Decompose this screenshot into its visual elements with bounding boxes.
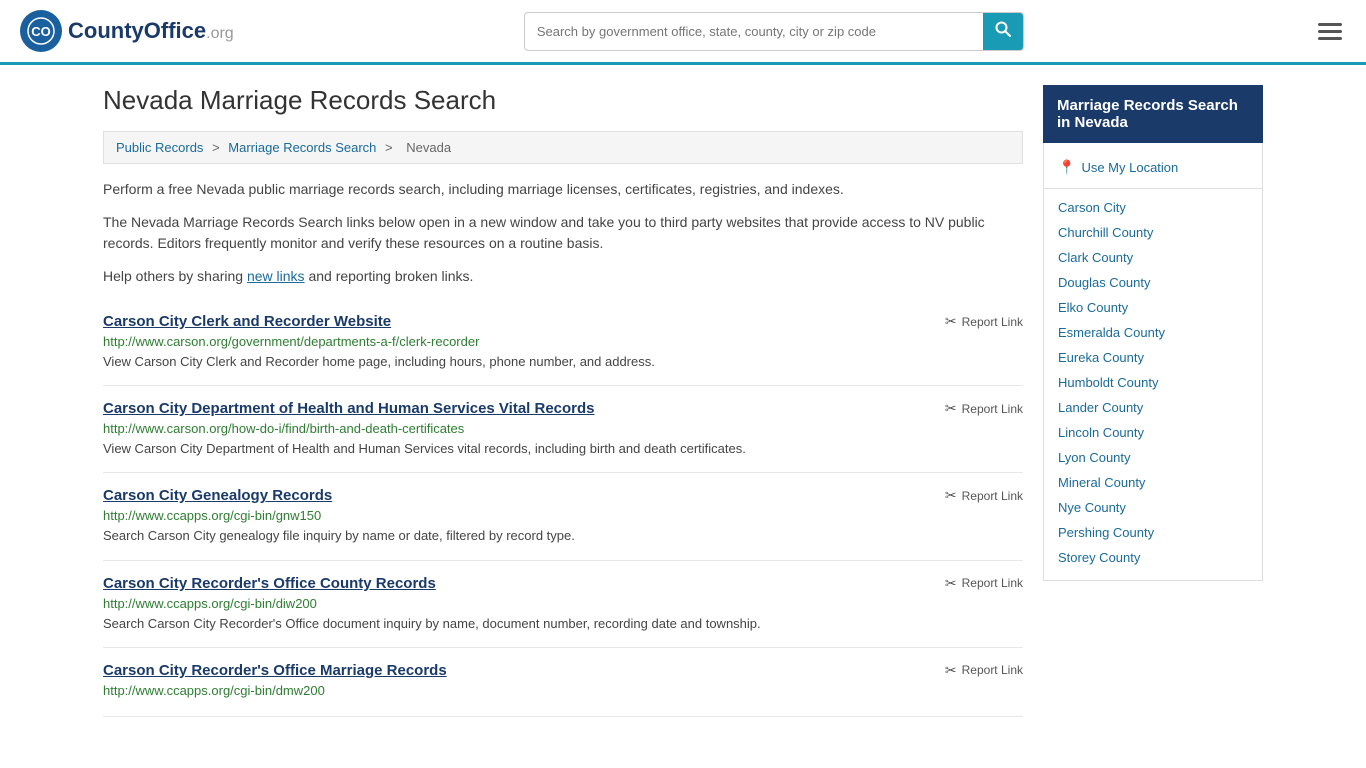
sidebar-county-carson-city[interactable]: Carson City xyxy=(1044,195,1262,220)
breadcrumb-public-records[interactable]: Public Records xyxy=(116,140,203,155)
desc-3-pre: Help others by sharing xyxy=(103,268,247,284)
report-link-button-4[interactable]: ✂ Report Link xyxy=(945,662,1023,679)
report-label-4: Report Link xyxy=(962,663,1023,677)
records-list: Carson City Clerk and Recorder Website ✂… xyxy=(103,299,1023,717)
sidebar-county-douglas-county[interactable]: Douglas County xyxy=(1044,270,1262,295)
county-links-list: Carson CityChurchill CountyClark CountyD… xyxy=(1044,195,1262,570)
report-icon-2: ✂ xyxy=(945,487,957,504)
report-label-2: Report Link xyxy=(962,489,1023,503)
sidebar-county-humboldt-county[interactable]: Humboldt County xyxy=(1044,370,1262,395)
sidebar-county-lander-county[interactable]: Lander County xyxy=(1044,395,1262,420)
sidebar-county-nye-county[interactable]: Nye County xyxy=(1044,495,1262,520)
record-title-4[interactable]: Carson City Recorder's Office Marriage R… xyxy=(103,662,447,679)
record-title-0[interactable]: Carson City Clerk and Recorder Website xyxy=(103,313,391,330)
record-entry: Carson City Department of Health and Hum… xyxy=(103,386,1023,473)
sidebar-county-churchill-county[interactable]: Churchill County xyxy=(1044,220,1262,245)
breadcrumb-marriage-records[interactable]: Marriage Records Search xyxy=(228,140,376,155)
report-link-button-1[interactable]: ✂ Report Link xyxy=(945,400,1023,417)
record-header: Carson City Clerk and Recorder Website ✂… xyxy=(103,313,1023,330)
sidebar-header: Marriage Records Search in Nevada xyxy=(1043,85,1263,143)
svg-text:CO: CO xyxy=(31,24,51,39)
record-url-3[interactable]: http://www.ccapps.org/cgi-bin/diw200 xyxy=(103,596,1023,611)
record-header: Carson City Department of Health and Hum… xyxy=(103,400,1023,417)
breadcrumb-nevada: Nevada xyxy=(406,140,451,155)
record-header: Carson City Recorder's Office Marriage R… xyxy=(103,662,1023,679)
sidebar-county-pershing-county[interactable]: Pershing County xyxy=(1044,520,1262,545)
sidebar-county-lyon-county[interactable]: Lyon County xyxy=(1044,445,1262,470)
record-title-1[interactable]: Carson City Department of Health and Hum… xyxy=(103,400,595,417)
use-my-location-button[interactable]: 📍 Use My Location xyxy=(1044,153,1262,182)
report-label-0: Report Link xyxy=(962,315,1023,329)
description-1: Perform a free Nevada public marriage re… xyxy=(103,179,1023,200)
breadcrumb: Public Records > Marriage Records Search… xyxy=(103,131,1023,164)
sidebar-county-elko-county[interactable]: Elko County xyxy=(1044,295,1262,320)
record-entry: Carson City Genealogy Records ✂ Report L… xyxy=(103,473,1023,560)
sidebar-county-esmeralda-county[interactable]: Esmeralda County xyxy=(1044,320,1262,345)
sidebar: Marriage Records Search in Nevada 📍 Use … xyxy=(1043,85,1263,717)
record-entry: Carson City Recorder's Office Marriage R… xyxy=(103,648,1023,717)
description-2: The Nevada Marriage Records Search links… xyxy=(103,212,1023,254)
record-desc-3: Search Carson City Recorder's Office doc… xyxy=(103,615,1023,633)
sidebar-county-eureka-county[interactable]: Eureka County xyxy=(1044,345,1262,370)
main-container: Nevada Marriage Records Search Public Re… xyxy=(83,65,1283,737)
report-icon-4: ✂ xyxy=(945,662,957,679)
location-icon: 📍 xyxy=(1058,159,1075,176)
report-link-button-0[interactable]: ✂ Report Link xyxy=(945,313,1023,330)
page-title: Nevada Marriage Records Search xyxy=(103,85,1023,116)
search-button[interactable] xyxy=(983,13,1023,50)
record-desc-2: Search Carson City genealogy file inquir… xyxy=(103,527,1023,545)
report-link-button-3[interactable]: ✂ Report Link xyxy=(945,575,1023,592)
sidebar-content: 📍 Use My Location Carson CityChurchill C… xyxy=(1043,143,1263,581)
record-url-2[interactable]: http://www.ccapps.org/cgi-bin/gnw150 xyxy=(103,508,1023,523)
logo-area: CO CountyOffice.org xyxy=(20,10,234,52)
record-title-2[interactable]: Carson City Genealogy Records xyxy=(103,487,332,504)
record-url-0[interactable]: http://www.carson.org/government/departm… xyxy=(103,334,1023,349)
record-title-3[interactable]: Carson City Recorder's Office County Rec… xyxy=(103,575,436,592)
report-icon-0: ✂ xyxy=(945,313,957,330)
hamburger-menu-button[interactable] xyxy=(1314,19,1346,44)
logo-icon: CO xyxy=(20,10,62,52)
main-content: Nevada Marriage Records Search Public Re… xyxy=(103,85,1023,717)
use-my-location-label: Use My Location xyxy=(1081,160,1178,175)
record-desc-0: View Carson City Clerk and Recorder home… xyxy=(103,353,1023,371)
report-label-1: Report Link xyxy=(962,402,1023,416)
description-3: Help others by sharing new links and rep… xyxy=(103,266,1023,287)
page-header: CO CountyOffice.org xyxy=(0,0,1366,65)
report-label-3: Report Link xyxy=(962,576,1023,590)
search-bar xyxy=(524,12,1024,51)
record-desc-1: View Carson City Department of Health an… xyxy=(103,440,1023,458)
record-entry: Carson City Clerk and Recorder Website ✂… xyxy=(103,299,1023,386)
new-links-link[interactable]: new links xyxy=(247,268,305,284)
desc-3-post: and reporting broken links. xyxy=(305,268,474,284)
record-entry: Carson City Recorder's Office County Rec… xyxy=(103,561,1023,648)
report-link-button-2[interactable]: ✂ Report Link xyxy=(945,487,1023,504)
breadcrumb-separator-2: > xyxy=(385,140,396,155)
breadcrumb-separator-1: > xyxy=(212,140,223,155)
record-header: Carson City Recorder's Office County Rec… xyxy=(103,575,1023,592)
sidebar-county-lincoln-county[interactable]: Lincoln County xyxy=(1044,420,1262,445)
report-icon-1: ✂ xyxy=(945,400,957,417)
record-url-1[interactable]: http://www.carson.org/how-do-i/find/birt… xyxy=(103,421,1023,436)
sidebar-county-storey-county[interactable]: Storey County xyxy=(1044,545,1262,570)
sidebar-county-clark-county[interactable]: Clark County xyxy=(1044,245,1262,270)
search-input[interactable] xyxy=(525,16,983,47)
record-url-4[interactable]: http://www.ccapps.org/cgi-bin/dmw200 xyxy=(103,683,1023,698)
logo-text: CountyOffice.org xyxy=(68,18,234,44)
sidebar-county-mineral-county[interactable]: Mineral County xyxy=(1044,470,1262,495)
report-icon-3: ✂ xyxy=(945,575,957,592)
sidebar-divider xyxy=(1044,188,1262,189)
record-header: Carson City Genealogy Records ✂ Report L… xyxy=(103,487,1023,504)
